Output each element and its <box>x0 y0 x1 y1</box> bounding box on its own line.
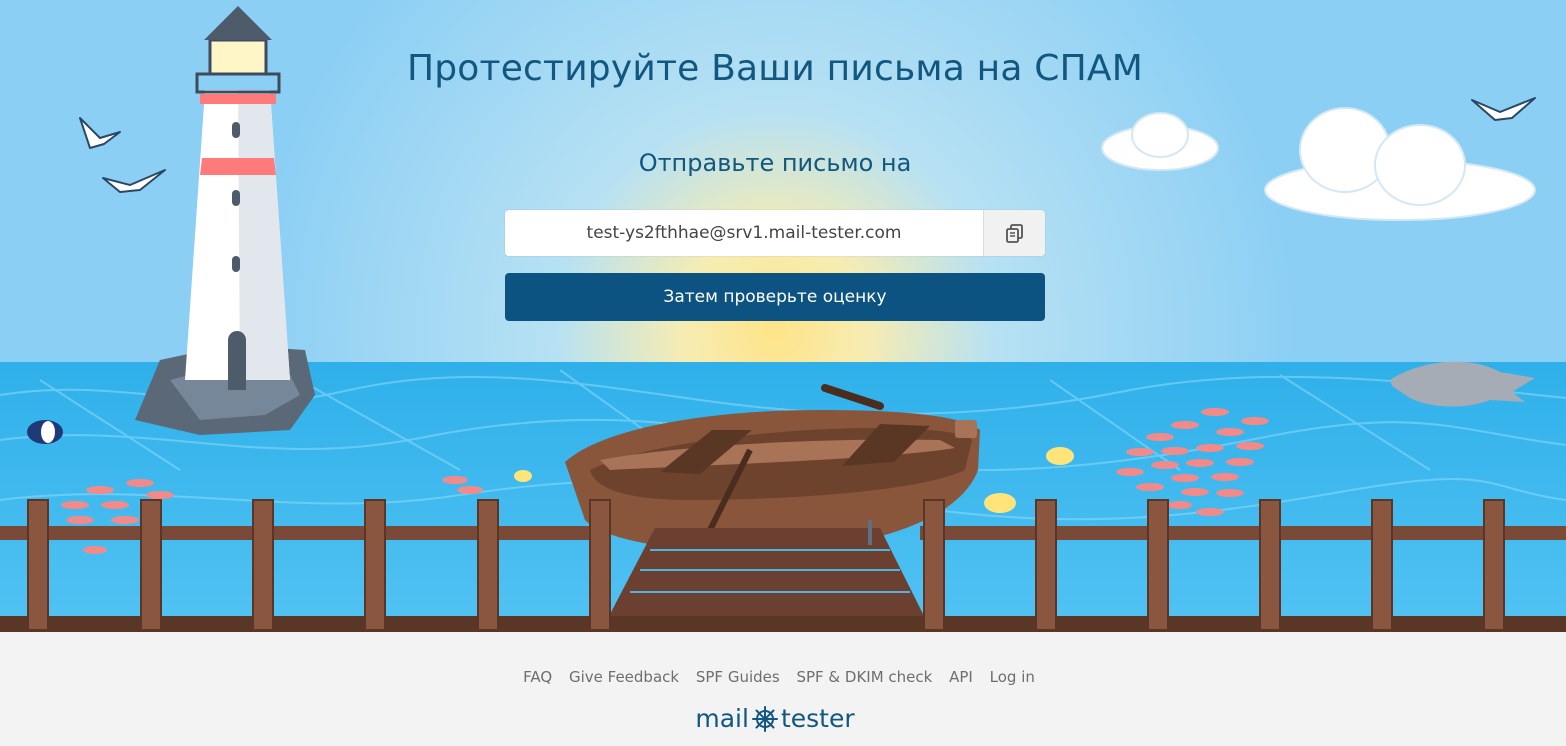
send-to-label: Отправьте письмо на <box>638 149 912 177</box>
logo-text-mail: mail <box>695 704 749 733</box>
email-address-group <box>505 210 1045 256</box>
give-feedback-link[interactable]: Give Feedback <box>569 668 679 686</box>
faq-link[interactable]: FAQ <box>523 668 552 686</box>
check-score-button[interactable]: Затем проверьте оценку <box>505 273 1045 321</box>
hero-section: Протестируйте Ваши письма на СПАМ Отправ… <box>0 0 1566 632</box>
api-link[interactable]: API <box>949 668 973 686</box>
log-in-link[interactable]: Log in <box>990 668 1035 686</box>
footer-links: FAQ Give Feedback SPF Guides SPF & DKIM … <box>0 668 1558 686</box>
mail-tester-logo[interactable]: mail tester <box>0 704 1550 733</box>
ship-wheel-icon <box>751 705 778 732</box>
email-address-field[interactable] <box>505 210 983 256</box>
spf-dkim-check-link[interactable]: SPF & DKIM check <box>796 668 932 686</box>
spf-guides-link[interactable]: SPF Guides <box>696 668 780 686</box>
copy-button[interactable] <box>983 210 1045 256</box>
logo-text-tester: tester <box>780 704 855 733</box>
page-title: Протестируйте Ваши письма на СПАМ <box>406 48 1144 89</box>
footer: FAQ Give Feedback SPF Guides SPF & DKIM … <box>0 632 1566 746</box>
copy-icon <box>1005 224 1023 243</box>
